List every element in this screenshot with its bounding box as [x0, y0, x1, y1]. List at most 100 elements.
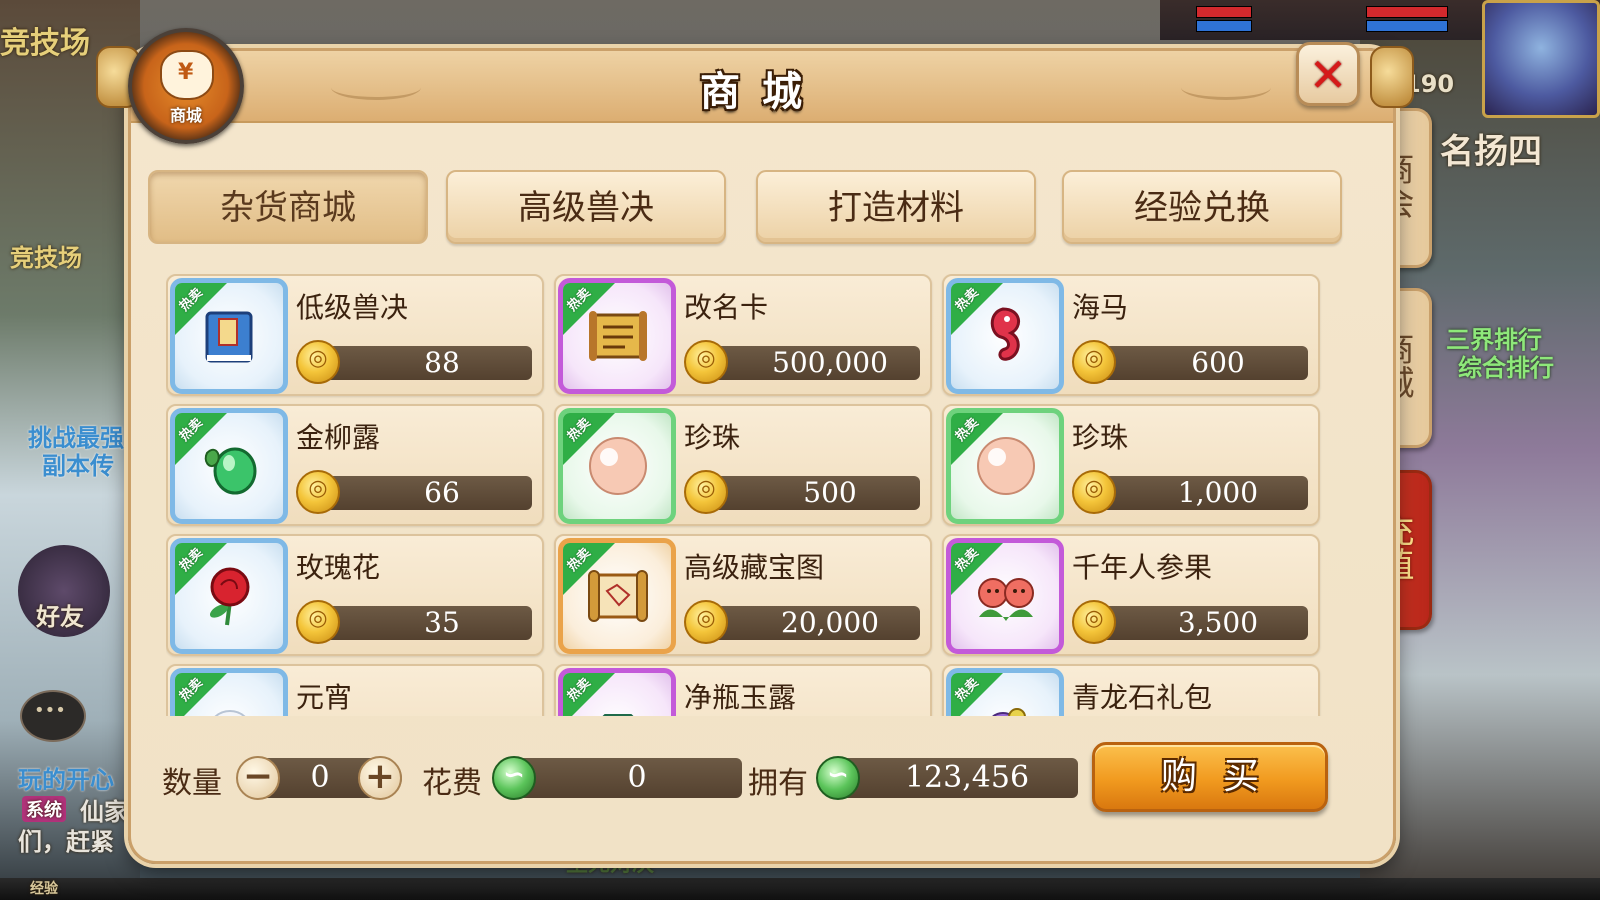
panel-header: 商城 — [131, 51, 1393, 123]
jade-currency-icon — [816, 756, 860, 800]
item-icon-frame: 热卖 — [946, 668, 1064, 716]
price-bar: 500,000 — [710, 346, 920, 380]
item-icon-frame: 热卖 — [170, 408, 288, 524]
buy-button-label: 购买 — [1160, 756, 1285, 797]
gold-coin-icon — [684, 340, 728, 384]
price-bar: 20,000 — [710, 606, 920, 640]
item-name: 低级兽决 — [296, 291, 409, 324]
gold-coin-icon — [1072, 600, 1116, 644]
item-grid[interactable]: 热卖 低级兽决 88 热卖 改名卡 500,000 — [166, 274, 1326, 716]
item-price: 20,000 — [781, 606, 879, 639]
price-bar: 88 — [322, 346, 532, 380]
price-bar: 500 — [710, 476, 920, 510]
quantity-label: 数量 — [162, 766, 222, 801]
tab-advanced-skills[interactable]: 高级兽决 — [446, 170, 726, 244]
item-icon-frame: 热卖 — [558, 278, 676, 394]
pet-mp-bar — [1196, 20, 1252, 32]
item-card[interactable]: 热卖 元宵 — [166, 664, 544, 716]
price-bar: 3,500 — [1098, 606, 1308, 640]
item-icon-frame: 热卖 — [170, 538, 288, 654]
pet-hp-bar — [1196, 6, 1252, 18]
tab-general-store[interactable]: 杂货商城 — [148, 170, 428, 244]
item-card[interactable]: 热卖 金柳露 66 — [166, 404, 544, 526]
shop-badge-label: 商城 — [169, 106, 202, 125]
item-price: 88 — [424, 346, 460, 379]
item-icon-frame: 热卖 — [558, 538, 676, 654]
item-card[interactable]: 热卖 玫瑰花 35 — [166, 534, 544, 656]
item-price: 500 — [803, 476, 857, 509]
item-card[interactable]: 热卖 低级兽决 88 — [166, 274, 544, 396]
gold-coin-icon — [684, 600, 728, 644]
page-title: 商城 — [700, 69, 824, 115]
item-icon-frame: 热卖 — [946, 538, 1064, 654]
friend-label: 好友 — [36, 603, 84, 631]
item-name: 元宵 — [296, 681, 353, 714]
item-card[interactable]: 热卖 改名卡 500,000 — [554, 274, 932, 396]
item-icon-frame: 热卖 — [558, 408, 676, 524]
minus-icon[interactable]: − — [236, 756, 280, 800]
buy-button[interactable]: 购买 — [1092, 742, 1328, 812]
item-name: 海马 — [1072, 291, 1129, 324]
chat-line-3: 们，赶紧 — [18, 828, 114, 856]
item-icon-frame: 热卖 — [558, 668, 676, 716]
cost-label: 花费 — [422, 766, 482, 801]
arena-label-top[interactable]: 竞技场 — [0, 18, 90, 62]
price-bar: 1,000 — [1098, 476, 1308, 510]
chat-line-1: 玩的开心 — [18, 766, 114, 794]
challenge-text-2[interactable]: 副本传 — [42, 446, 114, 481]
shop-badge-icon: 商城 — [128, 28, 244, 144]
item-icon-frame: 热卖 — [946, 278, 1064, 394]
item-card[interactable]: 热卖 高级藏宝图 20,000 — [554, 534, 932, 656]
item-icon-frame: 热卖 — [946, 408, 1064, 524]
gold-coin-icon — [296, 600, 340, 644]
chat-system-tag: 系统 — [22, 796, 66, 822]
item-price: 35 — [424, 606, 460, 639]
item-icon-frame: 热卖 — [170, 278, 288, 394]
arena-label-left[interactable]: 竞技场 — [10, 238, 82, 273]
experience-strip: 经验 — [0, 878, 1600, 900]
item-card[interactable]: 热卖 海马 600 — [942, 274, 1320, 396]
item-name: 金柳露 — [296, 421, 381, 454]
item-card[interactable]: 热卖 珍珠 500 — [554, 404, 932, 526]
ranking-line-2[interactable]: 综合排行 — [1458, 348, 1554, 383]
item-name: 高级藏宝图 — [684, 551, 825, 584]
item-price: 3,500 — [1177, 606, 1259, 639]
scroll-rod-right — [1370, 46, 1414, 108]
item-icon-frame: 热卖 — [170, 668, 288, 716]
item-name: 千年人参果 — [1072, 551, 1213, 584]
friend-button[interactable]: 好友 — [18, 545, 110, 637]
item-card[interactable]: 热卖 千年人参果 3,500 — [942, 534, 1320, 656]
cost-value: 0 — [627, 760, 647, 795]
gold-coin-icon — [296, 340, 340, 384]
price-bar: 35 — [322, 606, 532, 640]
item-name: 青龙石礼包 — [1072, 681, 1213, 714]
item-name: 玫瑰花 — [296, 551, 381, 584]
close-x-icon: ✕ — [1308, 48, 1348, 102]
money-bag-icon — [160, 50, 214, 100]
jade-currency-icon — [492, 756, 536, 800]
item-price: 1,000 — [1177, 476, 1259, 509]
item-card[interactable]: 热卖 珍珠 1,000 — [942, 404, 1320, 526]
price-bar: 600 — [1098, 346, 1308, 380]
fame-text: 名扬四 — [1440, 132, 1542, 172]
player-portrait[interactable] — [1482, 0, 1600, 118]
chat-icon[interactable] — [20, 690, 86, 742]
item-price: 66 — [424, 476, 460, 509]
gold-coin-icon — [296, 470, 340, 514]
gold-coin-icon — [684, 470, 728, 514]
item-name: 珍珠 — [684, 421, 741, 454]
price-bar: 66 — [322, 476, 532, 510]
item-card[interactable]: 热卖 青龙石礼包 — [942, 664, 1320, 716]
item-card[interactable]: 热卖 净瓶玉露 — [554, 664, 932, 716]
owned-bar: 123,456 — [836, 758, 1078, 798]
owned-value: 123,456 — [904, 760, 1030, 795]
experience-label: 经验 — [30, 881, 58, 897]
item-name: 净瓶玉露 — [684, 681, 797, 714]
tab-exp-exchange[interactable]: 经验兑换 — [1062, 170, 1342, 244]
item-name: 珍珠 — [1072, 421, 1129, 454]
close-button[interactable]: ✕ — [1296, 42, 1360, 106]
tab-crafting-materials[interactable]: 打造材料 — [756, 170, 1036, 244]
plus-icon[interactable]: + — [358, 756, 402, 800]
gold-coin-icon — [1072, 340, 1116, 384]
gold-coin-icon — [1072, 470, 1116, 514]
